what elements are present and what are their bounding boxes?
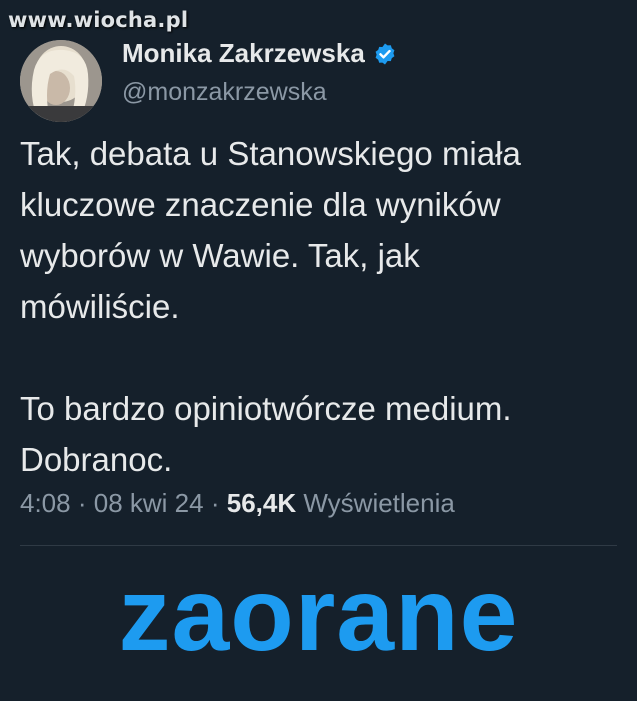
- author-name[interactable]: Monika Zakrzewska: [122, 38, 365, 69]
- avatar[interactable]: [20, 40, 102, 122]
- tweet-line: wyborów w Wawie. Tak, jak: [20, 237, 420, 274]
- meta-separator: ·: [77, 488, 87, 518]
- tweet-line: Dobranoc.: [20, 441, 173, 478]
- divider: [20, 545, 617, 546]
- views-count[interactable]: 56,4K: [227, 488, 296, 518]
- tweet-text: Tak, debata u Stanowskiego miała kluczow…: [20, 128, 620, 485]
- verified-badge-icon: [375, 43, 395, 64]
- tweet-line: To bardzo opiniotwórcze medium.: [20, 390, 512, 427]
- meta-separator: ·: [210, 488, 220, 518]
- author-handle[interactable]: @monzakrzewska: [122, 78, 327, 107]
- tweet-line: kluczowe znaczenie dla wyników: [20, 186, 501, 223]
- tweet-line: mówiliście.: [20, 288, 180, 325]
- site-watermark: www.wiocha.pl: [8, 8, 189, 32]
- tweet-date[interactable]: 08 kwi 24: [94, 488, 204, 518]
- tweet-line: Tak, debata u Stanowskiego miała: [20, 135, 521, 172]
- avatar-photo: [20, 40, 102, 122]
- caption-text: zaorane: [118, 557, 519, 673]
- tweet-time[interactable]: 4:08: [20, 488, 71, 518]
- author-name-row[interactable]: Monika Zakrzewska: [122, 38, 397, 69]
- tweet-meta: 4:08 · 08 kwi 24 · 56,4K Wyświetlenia: [20, 488, 455, 519]
- views-label[interactable]: Wyświetlenia: [303, 488, 454, 518]
